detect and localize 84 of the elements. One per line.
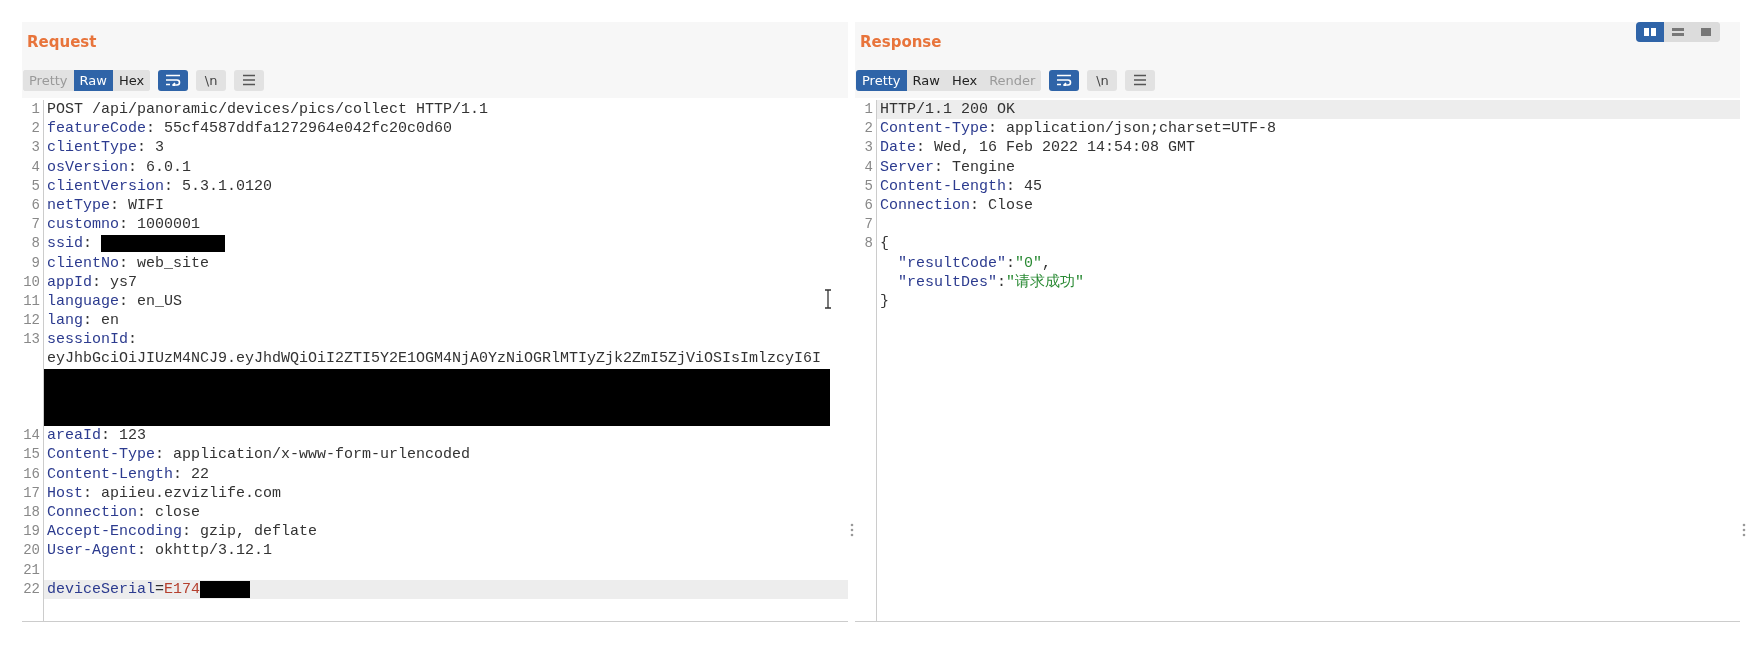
drag-handle-icon[interactable]	[850, 523, 854, 537]
code-line: Accept-Encoding: gzip, deflate	[46, 522, 318, 542]
view-tab[interactable]: Raw	[73, 69, 113, 91]
menu-button[interactable]	[234, 69, 265, 91]
line-number: 20	[22, 541, 40, 561]
wrap-lines-icon	[1056, 74, 1073, 86]
wrap-button[interactable]	[1049, 69, 1080, 91]
code-line: ssid:	[46, 234, 94, 254]
code-line: featureCode: 55cf4587ddfa1272964e042fc20c0d60	[46, 119, 453, 139]
code-line: Content-Type: application/x-www-form-urlencoded	[46, 445, 471, 465]
line-number: 11	[22, 291, 40, 311]
code-line: Host: apiieu.ezvizlife.com	[46, 483, 282, 503]
line-number: 21	[22, 560, 40, 580]
line-number: 13	[22, 330, 40, 350]
code-line: lang: en	[46, 311, 120, 331]
line-number: 5	[30, 176, 40, 196]
code-line: User-Agent: okhttp/3.12.1	[46, 541, 273, 561]
text-cursor-icon	[824, 289, 832, 309]
code-line: Server: Tengine	[879, 157, 1016, 177]
line-number: 12	[22, 311, 40, 331]
columns-icon	[1644, 28, 1656, 36]
wrap-lines-icon	[165, 74, 182, 86]
code-line: eyJhbGciOiJIUzM4NCJ9.eyJhdWQiOiI2ZTI5Y2E1OGM4NjA0YzNiOGRlMTIyZjk2ZmI5ZjViOSIsImlzcyI6I	[46, 349, 822, 369]
code-line: sessionId:	[46, 330, 138, 350]
code-line: clientType: 3	[46, 138, 165, 158]
drag-handle-icon[interactable]	[1742, 523, 1746, 537]
square-icon	[1700, 28, 1712, 36]
line-number: 22	[22, 579, 40, 599]
code-line: appId: ys7	[46, 272, 138, 292]
line-number: 8	[30, 234, 40, 254]
line-number: 7	[863, 215, 873, 235]
line-number: 1	[30, 100, 40, 119]
code-line: HTTP/1.1 200 OK	[879, 100, 1016, 120]
line-number: 6	[863, 195, 873, 215]
line-number: 5	[863, 176, 873, 196]
line-number: 4	[863, 157, 873, 177]
code-line: Content-Length: 22	[46, 464, 210, 484]
code-line: Date: Wed, 16 Feb 2022 14:54:08 GMT	[879, 138, 1196, 158]
code-line: osVersion: 6.0.1	[46, 157, 192, 177]
rows-icon	[1672, 28, 1684, 36]
code-line: }	[879, 291, 889, 312]
line-number: 6	[30, 195, 40, 215]
line-number: 8	[863, 234, 873, 254]
code-line: {	[879, 234, 889, 254]
line-number: 14	[22, 426, 40, 446]
line-number: 1	[863, 100, 873, 119]
code-line: deviceSerial=E174	[46, 579, 201, 599]
code-line: clientVersion: 5.3.1.0120	[46, 176, 273, 196]
code-line: Connection: close	[46, 502, 201, 523]
view-tab[interactable]: Pretty	[856, 69, 907, 91]
line-number: 7	[30, 215, 40, 235]
line-number: 17	[22, 483, 40, 503]
code-line: "resultDes":"请求成功"	[897, 272, 1085, 292]
code-line: Connection: Close	[879, 195, 1034, 216]
code-line: areaId: 123	[46, 426, 147, 446]
menu-button[interactable]	[1125, 69, 1156, 91]
line-number: 3	[30, 138, 40, 158]
line-number: 2	[863, 119, 873, 139]
panel-title: Request	[26, 32, 97, 53]
newline-button[interactable]: \n	[1087, 69, 1118, 91]
line-number: 15	[22, 445, 40, 465]
wrap-button[interactable]	[158, 69, 189, 91]
code-line: "resultCode":"0",	[897, 253, 1052, 273]
line-number: 19	[22, 522, 40, 542]
code-line: clientNo: web_site	[46, 253, 210, 273]
line-number: 2	[30, 119, 40, 139]
line-number: 3	[863, 138, 873, 158]
line-number: 18	[22, 502, 40, 522]
code-line: Content-Type: application/json;charset=UTF-8	[879, 119, 1277, 139]
line-number: 9	[30, 253, 40, 273]
code-line: POST /api/panoramic/devices/pics/collect HTTP/1.1	[46, 100, 489, 120]
panel-title: Response	[859, 32, 942, 53]
menu-icon	[1133, 74, 1148, 86]
line-number: 16	[22, 464, 40, 484]
menu-icon	[242, 74, 257, 86]
line-number: 4	[30, 157, 40, 177]
code-line: language: en_US	[46, 291, 183, 312]
layout-button[interactable]	[1636, 22, 1664, 42]
code-line: Content-Length: 45	[879, 176, 1043, 196]
code-line: netType: WIFI	[46, 195, 165, 216]
line-number: 10	[22, 272, 40, 292]
code-line: customno: 1000001	[46, 215, 201, 235]
redaction-bar	[200, 580, 251, 598]
newline-button[interactable]: \n	[196, 69, 227, 91]
